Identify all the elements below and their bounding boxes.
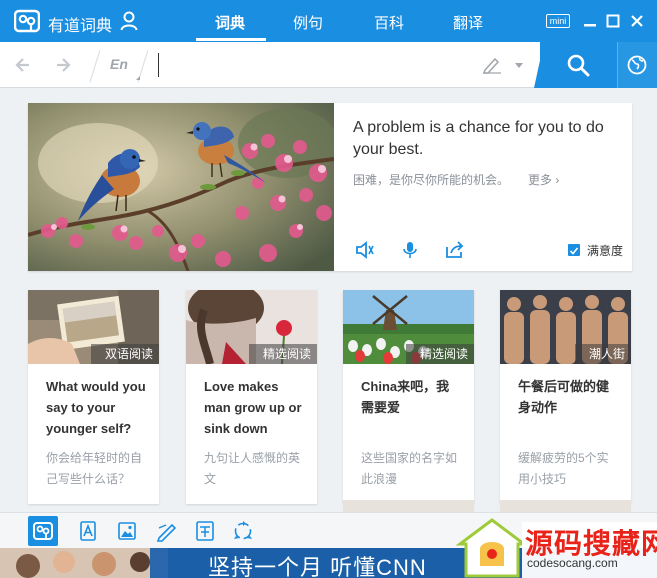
next-row-card-peek — [343, 500, 474, 512]
card-description: 你会给年轻时的自己写些什么话？ — [46, 451, 143, 486]
tab-examples[interactable]: 例句 — [276, 12, 340, 33]
search-icon — [567, 54, 590, 77]
article-card-image: 潮人街 — [500, 290, 631, 364]
sync-tool-button[interactable] — [228, 516, 258, 546]
article-card-image: 精选阅读 — [186, 290, 317, 364]
ad-people-photo — [0, 548, 168, 578]
card-title: Love makes man grow up or sink down — [204, 379, 302, 436]
share-icon[interactable] — [445, 241, 465, 259]
article-card[interactable]: 精选阅读 China来吧，我需要爱 这些国家的名字如此浪漫 — [343, 290, 474, 504]
language-selector[interactable]: En — [110, 56, 128, 72]
next-row-card-peek — [500, 500, 631, 512]
birds-on-blossom-branch-image — [28, 103, 334, 271]
tab-encyclopedia[interactable]: 百科 — [357, 12, 421, 33]
daily-sentence-translation: 困难，是你尽你所能的机会。 — [353, 173, 510, 187]
tab-translation[interactable]: 翻译 — [436, 12, 500, 33]
picture-icon — [118, 522, 136, 540]
article-card[interactable]: 双语阅读 What would you say to your younger … — [28, 290, 159, 504]
youdao-logo-icon — [33, 522, 53, 540]
daily-sentence-english: A problem is a chance for you to do your… — [353, 119, 604, 158]
watermark-url: codesocang.com — [527, 556, 618, 570]
card-title: 午餐后可做的健身动作 — [518, 379, 610, 415]
close-icon[interactable] — [629, 13, 645, 29]
word-book-tool-button[interactable] — [73, 516, 103, 546]
speaker-icon[interactable] — [355, 241, 375, 259]
tab-dictionary[interactable]: 词典 — [198, 12, 262, 33]
pencil-paper-icon — [156, 523, 177, 542]
translate-tool-button[interactable] — [190, 516, 220, 546]
card-description: 九句让人感慨的英文 — [204, 451, 301, 486]
forward-arrow-icon[interactable] — [54, 56, 72, 74]
checkmark-icon — [569, 247, 579, 255]
divider — [136, 50, 149, 82]
youdao-dictionary-window: 有道词典 词典 例句 百科 翻译 mini En A problem is a … — [0, 0, 657, 578]
microphone-icon[interactable] — [400, 241, 420, 259]
writing-tool-button[interactable] — [152, 516, 182, 546]
article-card-image: 双语阅读 — [28, 290, 159, 364]
globe-icon — [627, 55, 647, 75]
minimize-icon[interactable] — [582, 13, 598, 29]
web-search-button[interactable] — [617, 42, 657, 88]
article-card[interactable]: 精选阅读 Love makes man grow up or sink down… — [186, 290, 317, 504]
more-link-label: 更多 — [528, 173, 553, 187]
translate-icon — [196, 521, 214, 541]
maximize-icon[interactable] — [605, 13, 621, 29]
daily-sentence-image — [28, 103, 334, 271]
card-category-tag: 潮人街 — [574, 344, 631, 364]
active-tab-indicator — [196, 38, 266, 41]
card-category-tag: 精选阅读 — [405, 344, 474, 364]
dictionary-tool-button[interactable] — [28, 516, 58, 546]
search-button[interactable] — [540, 42, 617, 88]
divider — [89, 50, 101, 82]
title-bar: 有道词典 词典 例句 百科 翻译 mini — [0, 0, 657, 42]
card-description: 缓解疲劳的5个实用小技巧 — [518, 451, 609, 486]
daily-sentence-card[interactable]: A problem is a chance for you to do your… — [28, 103, 632, 271]
youdao-logo-icon — [14, 9, 40, 33]
article-card-image: 精选阅读 — [343, 290, 474, 364]
back-arrow-icon[interactable] — [14, 56, 32, 74]
satisfaction-checkbox[interactable] — [568, 244, 580, 256]
user-account-icon[interactable] — [120, 11, 138, 31]
handwriting-dropdown-caret[interactable] — [515, 63, 523, 68]
satisfaction-label: 满意度 — [587, 244, 624, 258]
mini-mode-button[interactable]: mini — [546, 14, 570, 28]
search-input[interactable] — [158, 53, 458, 77]
card-description: 这些国家的名字如此浪漫 — [361, 451, 458, 486]
letter-a-card-icon — [80, 521, 96, 541]
card-title: What would you say to your younger self? — [46, 379, 146, 436]
handwriting-pen-icon[interactable] — [482, 56, 502, 74]
more-link[interactable]: 更多 › — [528, 171, 559, 188]
card-title: China来吧，我需要爱 — [361, 379, 450, 415]
ad-text: 坚持一个月 听懂CNN — [208, 555, 427, 578]
refresh-cycle-icon — [234, 521, 252, 540]
card-category-tag: 双语阅读 — [90, 344, 159, 364]
article-card[interactable]: 潮人街 午餐后可做的健身动作 缓解疲劳的5个实用小技巧 — [500, 290, 631, 504]
app-title: 有道词典 — [48, 18, 113, 35]
image-translate-tool-button[interactable] — [112, 516, 142, 546]
card-category-tag: 精选阅读 — [248, 344, 317, 364]
